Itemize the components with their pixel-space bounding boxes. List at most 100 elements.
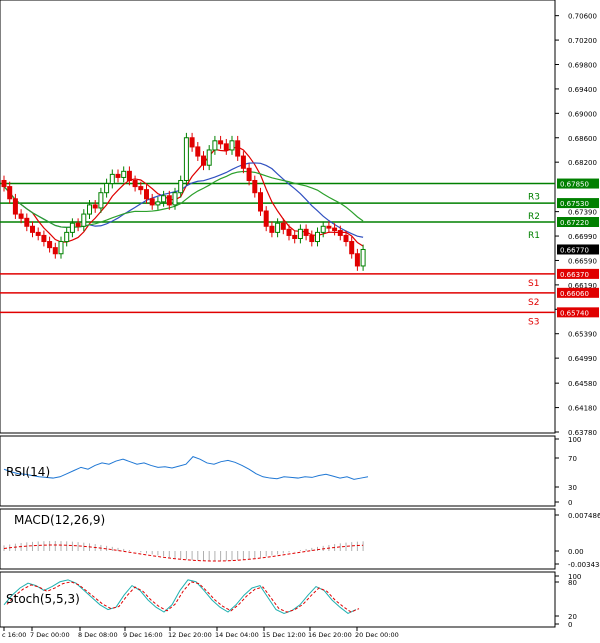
- rsi-label: RSI(14): [6, 465, 50, 479]
- y-tick-label: 0.67390: [568, 209, 597, 217]
- candle-body: [178, 179, 184, 194]
- candle-body: [240, 155, 246, 169]
- candle-body: [360, 248, 366, 267]
- y-tick-label: 0.68200: [568, 159, 597, 167]
- candle-body: [292, 234, 298, 239]
- candle-body: [189, 137, 195, 148]
- level-name-R3: R3: [528, 193, 540, 203]
- candle-body: [315, 231, 320, 243]
- time-tick-label: 7 Dec 00:00: [30, 631, 70, 639]
- level-name-R2: R2: [528, 212, 540, 222]
- candle-body: [303, 228, 309, 236]
- candle-body: [275, 222, 281, 233]
- stoch-pane-frame: [0, 571, 556, 628]
- candle-body: [286, 228, 292, 236]
- candle-body: [155, 201, 161, 206]
- candle-body: [229, 140, 235, 151]
- y-tick-label: 0.69800: [568, 62, 597, 70]
- candle-body: [218, 140, 224, 145]
- y-tick-label: 0.65390: [568, 331, 597, 339]
- candle-body: [149, 198, 155, 206]
- candle-body: [354, 253, 360, 267]
- candle-body: [297, 228, 303, 239]
- candle-body: [144, 189, 149, 200]
- level-price-R2: 0.67530: [560, 200, 589, 208]
- sub-tick-label: 20: [568, 613, 577, 621]
- candle-body: [212, 140, 218, 151]
- sub-tick-label: 80: [568, 579, 577, 587]
- candle-body: [161, 195, 167, 203]
- candle-body: [47, 241, 53, 249]
- ma-slow-line: [3, 170, 364, 228]
- candle-body: [309, 234, 315, 243]
- level-name-S3: S3: [528, 317, 539, 327]
- time-axis: c 16:00 7 Dec 00:00 8 Dec 08:00 9 Dec 16:00…: [2, 627, 399, 639]
- sub-tick-label: -0.003434: [568, 561, 600, 569]
- stoch-y-axis: 10080200: [555, 573, 581, 629]
- candle-body: [332, 227, 338, 232]
- candle-body: [41, 234, 47, 243]
- candle-body: [109, 173, 115, 185]
- ma-fast-line: [3, 146, 364, 247]
- candle-body: [24, 217, 30, 227]
- macd-y-axis: 0.007486 0.00 -0.003434: [555, 512, 600, 569]
- candle-body: [7, 186, 13, 200]
- candle-body: [269, 225, 275, 233]
- y-tick-label: 0.64580: [568, 380, 597, 388]
- candle-body: [69, 222, 75, 233]
- candle-body: [263, 210, 269, 227]
- y-tick-label: 0.70200: [568, 37, 597, 45]
- y-tick-label: 0.66590: [568, 257, 597, 265]
- sub-tick-label: 0.00: [568, 548, 584, 556]
- moving-averages: [3, 146, 364, 247]
- candle-body: [52, 247, 58, 255]
- candle-body: [326, 225, 332, 229]
- level-name-S2: S2: [528, 298, 539, 308]
- candle-body: [166, 195, 172, 206]
- level-price-S2: 0.66060: [560, 290, 589, 298]
- candle-body: [258, 192, 263, 212]
- macd-signal-line: [3, 544, 364, 562]
- candle-body: [320, 225, 326, 233]
- candle-body: [98, 192, 104, 209]
- candle-body: [337, 230, 343, 236]
- candle-body: [252, 179, 258, 194]
- forex-chart: 0.70600 0.70200 0.69800 0.69400 0.69000 0.686…: [0, 0, 600, 643]
- level-price-S1: 0.66370: [560, 271, 589, 279]
- sub-tick-label: 0.007486: [568, 512, 600, 520]
- candle-body: [30, 225, 35, 233]
- candle-body: [138, 186, 144, 191]
- sub-tick-label: 30: [568, 484, 577, 492]
- level-price-R3: 0.67850: [560, 181, 589, 189]
- candle-body: [280, 222, 286, 230]
- candle-body: [223, 143, 229, 151]
- sub-tick-label: 70: [568, 455, 577, 463]
- candle-body: [195, 146, 201, 157]
- time-tick-label: 15 Dec 12:00: [262, 631, 306, 639]
- candle-body: [349, 241, 355, 255]
- macd-label: MACD(12,26,9): [14, 513, 105, 527]
- candle-body: [172, 192, 178, 206]
- candle-body: [92, 204, 98, 209]
- candle-body: [18, 213, 24, 219]
- candle-body: [126, 170, 132, 181]
- time-tick-label: c 16:00: [2, 631, 26, 639]
- candle-body: [87, 204, 92, 215]
- chart-canvas[interactable]: 0.70600 0.70200 0.69800 0.69400 0.69000 0.686…: [0, 0, 600, 643]
- candle-body: [1, 179, 7, 188]
- candle-body: [64, 231, 70, 243]
- current-price-value: 0.66770: [560, 246, 589, 254]
- candle-body: [35, 231, 41, 236]
- level-name-R1: R1: [528, 231, 540, 241]
- sub-tick-label: 0: [568, 499, 572, 507]
- time-tick-label: 20 Dec 00:00: [355, 631, 399, 639]
- candle-body: [246, 167, 252, 181]
- level-name-S1: S1: [528, 279, 539, 289]
- candle-body: [115, 173, 121, 178]
- candle-body: [121, 170, 127, 178]
- candle-body: [235, 140, 241, 157]
- candle-body: [12, 198, 18, 215]
- y-tick-label: 0.66990: [568, 233, 597, 241]
- rsi-line: [3, 456, 369, 480]
- y-tick-label: 0.70600: [568, 13, 597, 21]
